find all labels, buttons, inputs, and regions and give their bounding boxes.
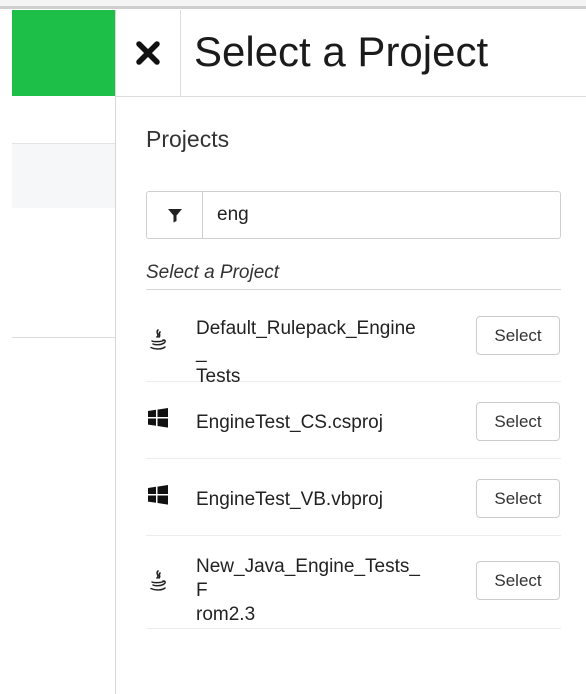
project-name: New_Java_Engine_Tests_F rom2.3 bbox=[196, 556, 420, 625]
projects-section-label: Projects bbox=[146, 126, 230, 152]
project-name: EngineTest_VB.vbproj bbox=[196, 489, 383, 510]
project-list: Default_Rulepack_Engine_ Tests Select En… bbox=[146, 299, 561, 629]
java-icon bbox=[150, 570, 166, 591]
select-project-button[interactable]: Select bbox=[476, 316, 560, 355]
background-divider bbox=[12, 337, 116, 338]
filter-icon-box bbox=[147, 192, 203, 238]
select-project-panel: Select a Project Projects Select a Proje… bbox=[115, 10, 586, 694]
close-button[interactable] bbox=[116, 10, 181, 96]
project-row: EngineTest_CS.csproj Select bbox=[146, 382, 561, 459]
background-green-header bbox=[12, 10, 116, 96]
background-row-band bbox=[12, 143, 116, 208]
panel-title: Select a Project bbox=[194, 28, 489, 75]
project-filter bbox=[146, 191, 561, 239]
select-project-button[interactable]: Select bbox=[476, 402, 560, 441]
project-row: EngineTest_VB.vbproj Select bbox=[146, 459, 561, 536]
project-row: Default_Rulepack_Engine_ Tests Select bbox=[146, 299, 561, 387]
select-project-button[interactable]: Select bbox=[476, 479, 560, 518]
java-icon bbox=[150, 329, 166, 350]
project-name: EngineTest_CS.csproj bbox=[196, 412, 383, 433]
windows-icon bbox=[148, 485, 168, 505]
select-project-button[interactable]: Select bbox=[476, 561, 560, 600]
background-top-bar bbox=[0, 0, 586, 9]
project-row: New_Java_Engine_Tests_F rom2.3 Select bbox=[146, 536, 561, 629]
filter-icon bbox=[167, 209, 182, 223]
close-icon[interactable] bbox=[135, 40, 161, 66]
project-name: Default_Rulepack_Engine_ Tests bbox=[196, 318, 416, 387]
project-list-caption: Select a Project bbox=[146, 262, 561, 290]
windows-icon bbox=[148, 408, 168, 428]
panel-header: Select a Project bbox=[116, 10, 586, 97]
filter-input[interactable] bbox=[203, 192, 560, 238]
